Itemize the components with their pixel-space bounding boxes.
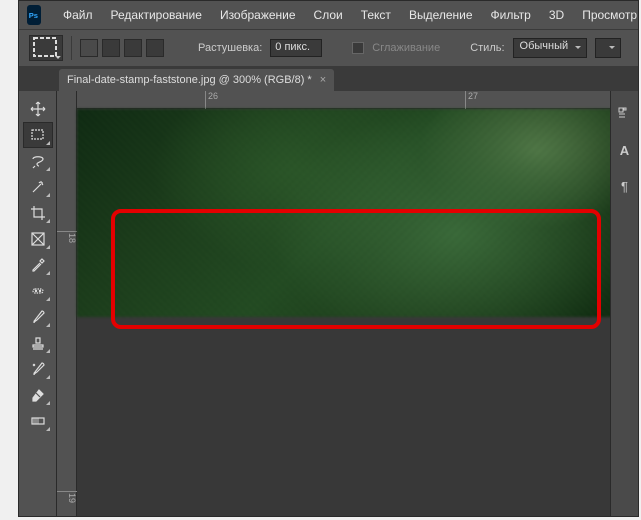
- app-logo: Ps: [27, 5, 41, 25]
- document-image[interactable]: [77, 109, 610, 317]
- svg-text:Ps: Ps: [29, 11, 38, 20]
- menu-filter[interactable]: Фильтр: [483, 4, 539, 26]
- style-label: Стиль:: [470, 42, 504, 54]
- marquee-tool[interactable]: [24, 123, 52, 147]
- current-tool-indicator[interactable]: [29, 35, 63, 61]
- menu-select[interactable]: Выделение: [401, 4, 481, 26]
- move-tool[interactable]: [24, 97, 52, 121]
- mode-new[interactable]: [80, 39, 98, 57]
- menu-edit[interactable]: Редактирование: [103, 4, 210, 26]
- document-tab[interactable]: Final-date-stamp-faststone.jpg @ 300% (R…: [59, 69, 334, 91]
- lasso-tool[interactable]: [24, 149, 52, 173]
- gradient-tool[interactable]: [24, 409, 52, 433]
- ruler-h-tick: 26: [205, 91, 218, 109]
- ruler-h-tick: 27: [465, 91, 478, 109]
- character-panel-icon[interactable]: A: [616, 141, 634, 159]
- menu-bar: Ps Файл Редактирование Изображение Слои …: [19, 1, 638, 29]
- style-extra-select[interactable]: [595, 38, 621, 58]
- healing-tool[interactable]: [24, 279, 52, 303]
- separator: [71, 36, 72, 60]
- antialias-checkbox[interactable]: [352, 42, 364, 54]
- menu-image[interactable]: Изображение: [212, 4, 304, 26]
- toolbox: [19, 91, 57, 516]
- ruler-v-tick: 18: [57, 231, 77, 243]
- menu-layers[interactable]: Слои: [306, 4, 351, 26]
- document-tab-bar: Final-date-stamp-faststone.jpg @ 300% (R…: [19, 67, 638, 91]
- feather-input[interactable]: 0 пикс.: [270, 39, 322, 57]
- options-bar: Растушевка: 0 пикс. Сглаживание Стиль: О…: [19, 29, 638, 67]
- selection-mode-group: [80, 39, 164, 57]
- antialias-label: Сглаживание: [372, 42, 440, 54]
- panel-options-icon[interactable]: [616, 105, 634, 123]
- close-icon[interactable]: ×: [320, 74, 326, 86]
- ruler-horizontal[interactable]: 26 27: [77, 91, 610, 109]
- mode-subtract[interactable]: [124, 39, 142, 57]
- ruler-vertical[interactable]: 18 19: [57, 91, 77, 516]
- menu-text[interactable]: Текст: [353, 4, 399, 26]
- right-panel: A ¶: [610, 91, 638, 516]
- history-brush-tool[interactable]: [24, 357, 52, 381]
- frame-tool[interactable]: [24, 227, 52, 251]
- eraser-tool[interactable]: [24, 383, 52, 407]
- style-select[interactable]: Обычный: [513, 38, 588, 58]
- feather-label: Растушевка:: [198, 42, 262, 54]
- mode-add[interactable]: [102, 39, 120, 57]
- paragraph-panel-icon[interactable]: ¶: [616, 177, 634, 195]
- brush-tool[interactable]: [24, 305, 52, 329]
- wand-tool[interactable]: [24, 175, 52, 199]
- crop-tool[interactable]: [24, 201, 52, 225]
- menu-view[interactable]: Просмотр: [574, 4, 641, 26]
- stamp-tool[interactable]: [24, 331, 52, 355]
- eyedropper-tool[interactable]: [24, 253, 52, 277]
- document-tab-title: Final-date-stamp-faststone.jpg @ 300% (R…: [67, 74, 312, 86]
- canvas-area[interactable]: 18 19 26 27: [57, 91, 610, 516]
- mode-intersect[interactable]: [146, 39, 164, 57]
- menu-file[interactable]: Файл: [55, 4, 101, 26]
- ruler-v-tick: 19: [57, 491, 77, 503]
- menu-3d[interactable]: 3D: [541, 4, 572, 26]
